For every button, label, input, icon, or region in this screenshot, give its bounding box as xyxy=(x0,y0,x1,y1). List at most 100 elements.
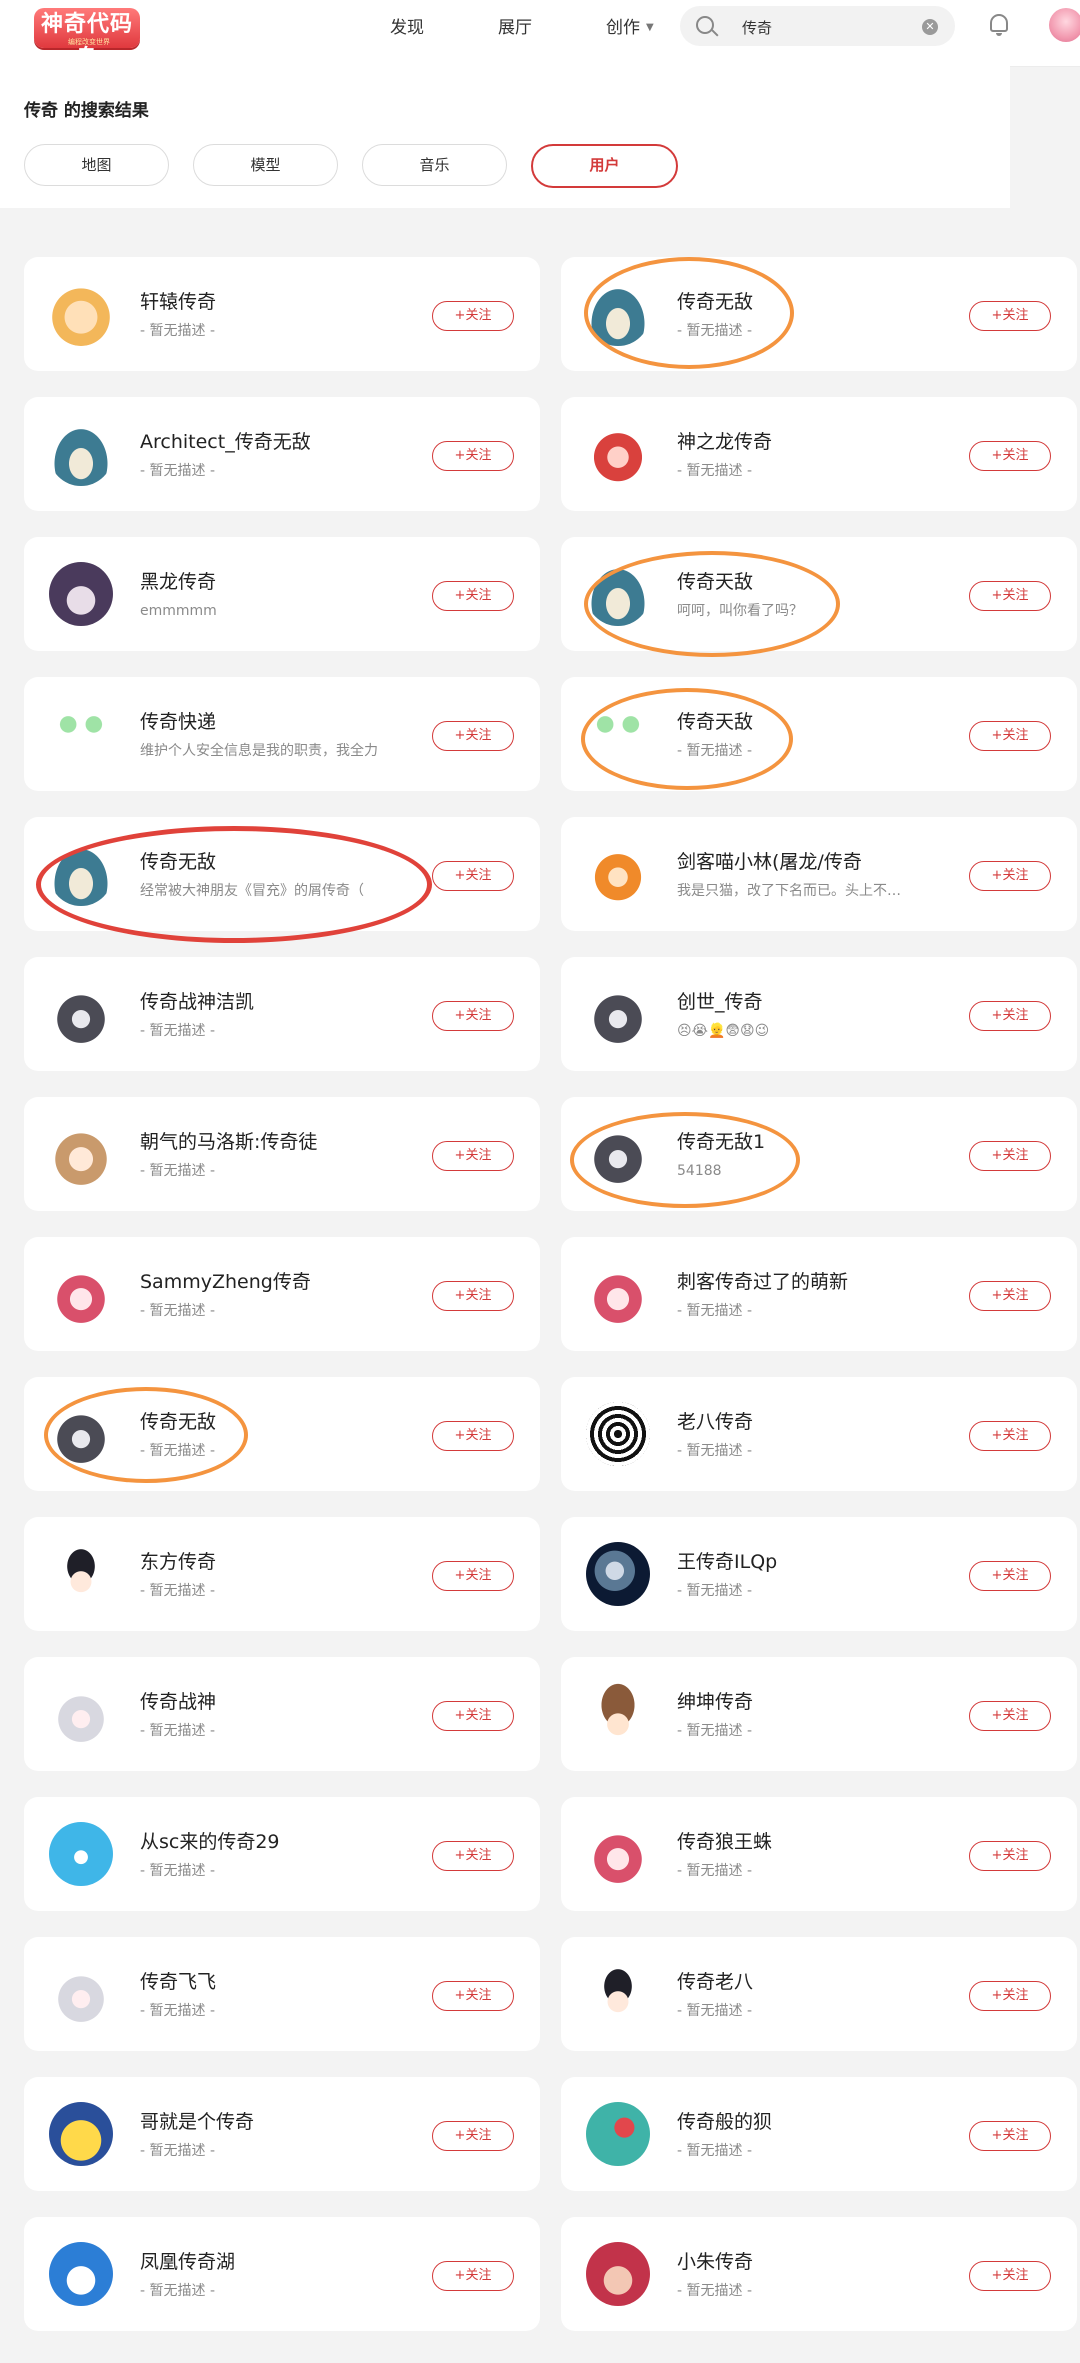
cowboy-hat-avatar[interactable] xyxy=(586,1682,650,1746)
follow-button[interactable]: +关注 xyxy=(969,301,1051,331)
user-card[interactable]: 传奇快递 维护个人安全信息是我的职责，我全力 +关注 xyxy=(24,677,540,791)
user-card[interactable]: 黑龙传奇 emmmmm +关注 xyxy=(24,537,540,651)
snorlax-avatar[interactable] xyxy=(49,842,113,906)
user-card[interactable]: 传奇无敌1 54188 +关注 xyxy=(561,1097,1077,1211)
user-name[interactable]: 传奇天敌 xyxy=(677,569,967,595)
user-avatar[interactable] xyxy=(1049,8,1080,42)
user-name[interactable]: 传奇天敌 xyxy=(677,709,967,735)
user-card[interactable]: Architect_传奇无敌 - 暂无描述 - +关注 xyxy=(24,397,540,511)
follow-button[interactable]: +关注 xyxy=(432,2121,514,2151)
spiral-avatar[interactable] xyxy=(586,1402,650,1466)
user-name[interactable]: 轩辕传奇 xyxy=(140,289,430,315)
follow-button[interactable]: +关注 xyxy=(969,2261,1051,2291)
green-ghost-avatar[interactable] xyxy=(49,702,113,766)
follow-button[interactable]: +关注 xyxy=(969,441,1051,471)
user-name[interactable]: 神之龙传奇 xyxy=(677,429,967,455)
user-card[interactable]: 绅坤传奇 - 暂无描述 - +关注 xyxy=(561,1657,1077,1771)
pink-hair-avatar[interactable] xyxy=(586,1262,650,1326)
user-name[interactable]: 黑龙传奇 xyxy=(140,569,430,595)
follow-button[interactable]: +关注 xyxy=(969,1841,1051,1871)
user-name[interactable]: 传奇无敌1 xyxy=(677,1129,967,1155)
orange-cat-avatar[interactable] xyxy=(586,842,650,906)
dark-hair-avatar[interactable] xyxy=(49,562,113,626)
follow-button[interactable]: +关注 xyxy=(432,1981,514,2011)
moon-avatar[interactable] xyxy=(586,1542,650,1606)
pink-hair-avatar[interactable] xyxy=(49,1262,113,1326)
nav-gallery[interactable]: 展厅 xyxy=(498,16,532,40)
user-name[interactable]: 剑客喵小林(屠龙/传奇 xyxy=(677,849,967,875)
follow-button[interactable]: +关注 xyxy=(432,1561,514,1591)
nav-create[interactable]: 创作 ▼ xyxy=(606,16,654,40)
user-name[interactable]: 传奇飞飞 xyxy=(140,1969,430,1995)
user-name[interactable]: 传奇快递 xyxy=(140,709,430,735)
blue-creature-avatar[interactable] xyxy=(49,1822,113,1886)
follow-button[interactable]: +关注 xyxy=(969,861,1051,891)
user-card[interactable]: 老八传奇 - 暂无描述 - +关注 xyxy=(561,1377,1077,1491)
follow-button[interactable]: +关注 xyxy=(432,1421,514,1451)
follow-button[interactable]: +关注 xyxy=(969,1701,1051,1731)
white-hair-avatar[interactable] xyxy=(49,1962,113,2026)
follow-button[interactable]: +关注 xyxy=(969,581,1051,611)
user-name[interactable]: 哥就是个传奇 xyxy=(140,2109,430,2135)
user-name[interactable]: 创世_传奇 xyxy=(677,989,967,1015)
follow-button[interactable]: +关注 xyxy=(432,1281,514,1311)
black-hat-avatar[interactable] xyxy=(49,1542,113,1606)
grey-wolf-avatar[interactable] xyxy=(586,982,650,1046)
user-name[interactable]: 传奇战神洁凯 xyxy=(140,989,430,1015)
nav-discover[interactable]: 发现 xyxy=(390,16,424,40)
user-card[interactable]: 创世_传奇 😣😭👱😨😧😉 +关注 xyxy=(561,957,1077,1071)
red-dragon-avatar[interactable] xyxy=(586,422,650,486)
user-card[interactable]: 凤凰传奇湖 - 暂无描述 - +关注 xyxy=(24,2217,540,2331)
user-card[interactable]: 刺客传奇过了的萌新 - 暂无描述 - +关注 xyxy=(561,1237,1077,1351)
filter-user[interactable]: 用户 xyxy=(531,144,678,188)
user-name[interactable]: SammyZheng传奇 xyxy=(140,1269,430,1295)
follow-button[interactable]: +关注 xyxy=(432,1001,514,1031)
user-card[interactable]: 传奇般的狈 - 暂无描述 - +关注 xyxy=(561,2077,1077,2191)
follow-button[interactable]: +关注 xyxy=(969,1281,1051,1311)
user-name[interactable]: 刺客传奇过了的萌新 xyxy=(677,1269,967,1295)
follow-button[interactable]: +关注 xyxy=(432,581,514,611)
grey-wolf-avatar[interactable] xyxy=(586,1122,650,1186)
user-name[interactable]: 传奇狼王蛛 xyxy=(677,1829,967,1855)
user-card[interactable]: 传奇天敌 呵呵，叫你看了吗？ +关注 xyxy=(561,537,1077,651)
follow-button[interactable]: +关注 xyxy=(432,301,514,331)
user-card[interactable]: 传奇无敌 经常被大神朋友《冒充》的屑传奇（ +关注 xyxy=(24,817,540,931)
user-card[interactable]: SammyZheng传奇 - 暂无描述 - +关注 xyxy=(24,1237,540,1351)
user-card[interactable]: 传奇飞飞 - 暂无描述 - +关注 xyxy=(24,1937,540,2051)
follow-button[interactable]: +关注 xyxy=(969,1561,1051,1591)
follow-button[interactable]: +关注 xyxy=(432,1841,514,1871)
snorlax-avatar[interactable] xyxy=(586,282,650,346)
bell-icon[interactable] xyxy=(990,14,1008,36)
baby-photo-avatar[interactable] xyxy=(586,2242,650,2306)
user-name[interactable]: 传奇战神 xyxy=(140,1689,430,1715)
filter-music[interactable]: 音乐 xyxy=(362,144,507,186)
green-ghost-avatar[interactable] xyxy=(586,702,650,766)
follow-button[interactable]: +关注 xyxy=(432,2261,514,2291)
user-name[interactable]: 朝气的马洛斯:传奇徒 xyxy=(140,1129,430,1155)
follow-button[interactable]: +关注 xyxy=(969,2121,1051,2151)
user-name[interactable]: 传奇般的狈 xyxy=(677,2109,967,2135)
user-name[interactable]: 从sc来的传奇29 xyxy=(140,1829,430,1855)
user-card[interactable]: 传奇无敌 - 暂无描述 - +关注 xyxy=(561,257,1077,371)
deer-avatar[interactable] xyxy=(49,282,113,346)
user-name[interactable]: 凤凰传奇湖 xyxy=(140,2249,430,2275)
clear-icon[interactable]: ✕ xyxy=(922,19,938,35)
user-name[interactable]: 传奇无敌 xyxy=(140,849,430,875)
user-card[interactable]: 从sc来的传奇29 - 暂无描述 - +关注 xyxy=(24,1797,540,1911)
user-name[interactable]: 东方传奇 xyxy=(140,1549,430,1575)
search-bar[interactable]: ✕ xyxy=(680,6,955,46)
teal-bird-avatar[interactable] xyxy=(586,2102,650,2166)
blue-cartoon-avatar[interactable] xyxy=(49,2242,113,2306)
grey-wolf-avatar[interactable] xyxy=(49,982,113,1046)
user-card[interactable]: 剑客喵小林(屠龙/传奇 我是只猫，改了下名而已。头上不… +关注 xyxy=(561,817,1077,931)
black-hat-avatar[interactable] xyxy=(586,1962,650,2026)
user-name[interactable]: 小朱传奇 xyxy=(677,2249,967,2275)
user-name[interactable]: 绅坤传奇 xyxy=(677,1689,967,1715)
user-card[interactable]: 传奇无敌 - 暂无描述 - +关注 xyxy=(24,1377,540,1491)
user-card[interactable]: 传奇狼王蛛 - 暂无描述 - +关注 xyxy=(561,1797,1077,1911)
user-name[interactable]: 王传奇ILQp xyxy=(677,1549,967,1575)
follow-button[interactable]: +关注 xyxy=(969,721,1051,751)
filter-model[interactable]: 模型 xyxy=(193,144,338,186)
user-name[interactable]: 传奇无敌 xyxy=(677,289,967,315)
follow-button[interactable]: +关注 xyxy=(969,1001,1051,1031)
